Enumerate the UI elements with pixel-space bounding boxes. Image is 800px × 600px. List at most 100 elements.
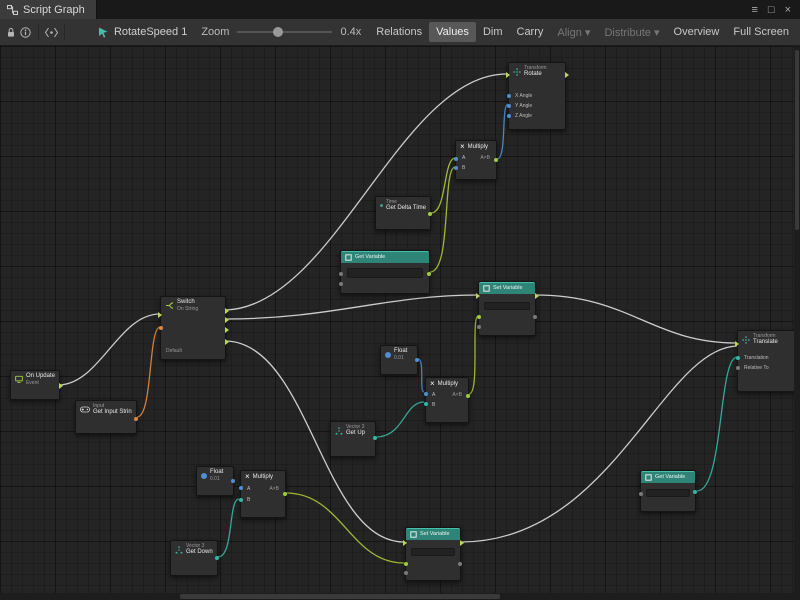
port-x-angle[interactable]	[507, 94, 511, 98]
port-translation[interactable]	[736, 356, 740, 360]
lock-icon[interactable]	[4, 22, 18, 42]
node-vector3-get-down[interactable]: Vector 3Get Down	[170, 540, 218, 576]
port-result[interactable]	[494, 158, 498, 162]
zoom-slider-track[interactable]	[237, 31, 332, 33]
node-set-variable-mid[interactable]: Set Variable	[478, 281, 536, 336]
node-rotate[interactable]: TransformRotate X Angle Y Angle Z Angle	[508, 62, 566, 130]
port-a[interactable]	[239, 486, 243, 490]
wire-multiplylow-setvarbottom[interactable]	[286, 493, 404, 563]
horizontal-scrollbar[interactable]	[0, 593, 800, 600]
port-value[interactable]	[415, 358, 419, 362]
port-object[interactable]	[404, 571, 408, 575]
zoom-slider-thumb[interactable]	[273, 27, 283, 37]
node-vector3-get-up[interactable]: Vector 3Get Up	[330, 421, 376, 457]
flow-out-port-3[interactable]	[225, 327, 229, 333]
relations-button[interactable]: Relations	[369, 22, 429, 42]
node-set-variable-bottom[interactable]: Set Variable	[405, 527, 461, 581]
port-object[interactable]	[339, 272, 343, 276]
wire-getdown-multiply[interactable]	[218, 499, 239, 557]
flow-in-port[interactable]	[403, 540, 407, 546]
vertical-scrollbar-thumb[interactable]	[795, 50, 799, 230]
info-icon[interactable]	[18, 22, 32, 42]
horizontal-scrollbar-thumb[interactable]	[180, 594, 500, 599]
vertical-scrollbar[interactable]	[794, 46, 800, 600]
distribute-button[interactable]: Distribute ▾	[597, 22, 666, 43]
flow-in-port[interactable]	[735, 341, 739, 347]
port-a[interactable]	[454, 157, 458, 161]
menu-icon[interactable]: ≡	[751, 4, 757, 16]
flow-out-port[interactable]	[460, 540, 464, 546]
wire-setvar-translate[interactable]	[536, 295, 737, 343]
port-value[interactable]	[231, 479, 235, 483]
port-result[interactable]	[466, 394, 470, 398]
node-translate[interactable]: TransformTranslate Translation Relative …	[737, 330, 800, 392]
values-button[interactable]: Values	[429, 22, 476, 42]
flow-out-port[interactable]	[535, 293, 539, 299]
wire-float-multiply[interactable]	[418, 359, 424, 392]
wire-getvarright-translate[interactable]	[697, 357, 737, 491]
wire-getinput-switch[interactable]	[137, 327, 160, 417]
node-multiply-low[interactable]: × Multiply AA×B B	[240, 470, 286, 518]
node-get-variable-top[interactable]: Get Variable	[340, 250, 430, 294]
port-relative-to[interactable]	[736, 366, 740, 370]
overview-button[interactable]: Overview	[667, 22, 727, 42]
wire-getup-multiply[interactable]	[376, 402, 424, 437]
port-value-in[interactable]	[404, 562, 408, 566]
port-result[interactable]	[428, 212, 432, 216]
flow-in-port[interactable]	[506, 72, 510, 78]
flow-out-port-2[interactable]	[225, 317, 229, 323]
node-get-input-string[interactable]: InputGet Input Strin	[75, 400, 137, 434]
flow-out-port[interactable]	[59, 383, 63, 389]
full-screen-button[interactable]: Full Screen	[726, 22, 796, 42]
variable-name-field[interactable]	[347, 268, 423, 278]
port-value[interactable]	[373, 436, 377, 440]
port-result[interactable]	[134, 417, 138, 421]
graph-name[interactable]: RotateSpeed 1	[114, 26, 187, 38]
node-get-variable-right[interactable]: Get Variable	[640, 470, 696, 512]
flow-in-port[interactable]	[476, 293, 480, 299]
variable-name-field[interactable]	[646, 489, 690, 497]
flow-out-port-1[interactable]	[225, 308, 229, 314]
tab-script-graph[interactable]: Script Graph	[0, 0, 97, 19]
port-value-out[interactable]	[458, 562, 462, 566]
node-on-update[interactable]: On UpdateEvent	[10, 370, 60, 400]
node-get-delta-time[interactable]: TimeGet Delta Time	[375, 196, 431, 230]
flow-out-port[interactable]	[565, 72, 569, 78]
node-switch[interactable]: SwitchOn String Default	[160, 296, 226, 360]
close-icon[interactable]: ×	[785, 4, 791, 16]
zoom-to-fit-icon[interactable]	[44, 22, 59, 42]
wire-multiply-rotate-yangle[interactable]	[497, 104, 508, 159]
maximize-icon[interactable]: □	[768, 4, 775, 16]
port-a[interactable]	[424, 392, 428, 396]
node-float-top[interactable]: Float0.01	[380, 345, 418, 375]
port-object[interactable]	[639, 492, 643, 496]
port-value[interactable]	[427, 272, 431, 276]
port-value[interactable]	[693, 490, 697, 494]
node-float-low[interactable]: Float0.01	[196, 466, 234, 496]
align-button[interactable]: Align ▾	[550, 22, 597, 43]
port-y-angle[interactable]	[507, 104, 511, 108]
port-value-in[interactable]	[477, 315, 481, 319]
port-selector[interactable]	[159, 326, 163, 330]
port-result[interactable]	[283, 492, 287, 496]
variable-name-field[interactable]	[411, 548, 455, 556]
port-z-angle[interactable]	[507, 114, 511, 118]
wire-deltatime-multiply[interactable]	[431, 158, 455, 213]
node-multiply-top[interactable]: × Multiply AA×B B	[455, 140, 497, 180]
graph-canvas[interactable]: TransformRotate X Angle Y Angle Z Angle …	[0, 46, 800, 600]
dim-button[interactable]: Dim	[476, 22, 510, 42]
variable-name-field[interactable]	[484, 302, 530, 310]
port-object[interactable]	[477, 325, 481, 329]
flow-out-default[interactable]	[225, 339, 229, 345]
wire-setvarbottom-translate[interactable]	[461, 346, 737, 542]
wire-onupdate-switch[interactable]	[58, 314, 160, 385]
port-b[interactable]	[424, 402, 428, 406]
carry-button[interactable]: Carry	[510, 22, 551, 42]
port-value-out[interactable]	[533, 315, 537, 319]
zoom-slider[interactable]	[237, 25, 332, 39]
flow-in-port[interactable]	[158, 312, 162, 318]
port-value[interactable]	[215, 556, 219, 560]
port-b[interactable]	[454, 166, 458, 170]
wire-getvar-multiply[interactable]	[430, 167, 455, 272]
port-b[interactable]	[239, 498, 243, 502]
